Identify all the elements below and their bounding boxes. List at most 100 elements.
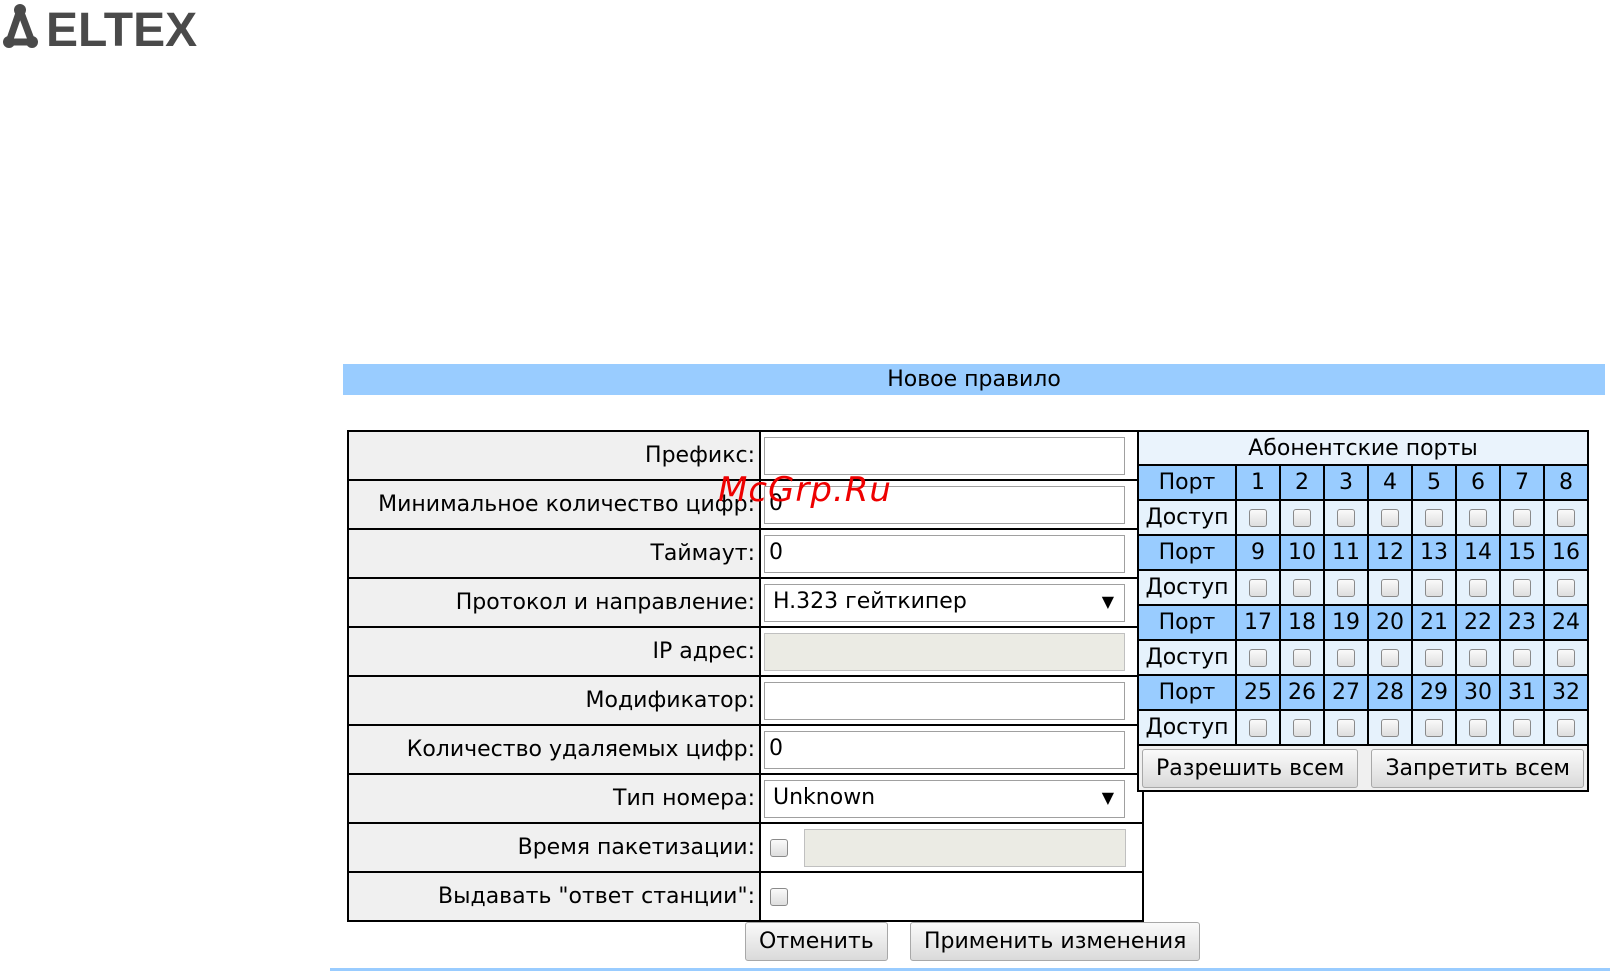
port-number: 22 (1455, 604, 1501, 641)
packet-time-checkbox[interactable] (770, 838, 788, 857)
port-access-checkbox-20[interactable] (1381, 649, 1399, 667)
port-access-checkbox-15[interactable] (1513, 579, 1531, 597)
port-access-checkbox-1[interactable] (1249, 509, 1267, 527)
port-access-checkbox-27[interactable] (1337, 719, 1355, 737)
port-access-checkbox-21[interactable] (1425, 649, 1443, 667)
access-row-label: Доступ (1137, 639, 1237, 676)
port-access-checkbox-2[interactable] (1293, 509, 1311, 527)
row-number-type: Тип номера: Unknown ▼ (347, 773, 1144, 824)
port-number: 17 (1235, 604, 1281, 641)
row-station-answer: Выдавать "ответ станции": (347, 871, 1144, 922)
port-access-checkbox-16[interactable] (1557, 579, 1575, 597)
dropdown-arrow-icon: ▼ (1101, 591, 1114, 611)
remove-digits-label: Количество удаляемых цифр: (347, 724, 761, 775)
port-access-checkbox-26[interactable] (1293, 719, 1311, 737)
subscriber-ports-table: Абонентские порты Порт 1 2 3 4 5 6 7 8 Д… (1137, 430, 1589, 792)
port-number: 8 (1543, 464, 1589, 501)
section-header-new-rule: Новое правило (343, 364, 1605, 395)
port-number: 29 (1411, 674, 1457, 711)
port-number: 13 (1411, 534, 1457, 571)
port-access-checkbox-22[interactable] (1469, 649, 1487, 667)
row-ip: IP адрес: (347, 626, 1144, 677)
number-type-label: Тип номера: (347, 773, 761, 824)
port-access-checkbox-10[interactable] (1293, 579, 1311, 597)
port-access-checkbox-12[interactable] (1381, 579, 1399, 597)
row-timeout: Таймаут: 0 (347, 528, 1144, 579)
port-number: 11 (1323, 534, 1369, 571)
port-number: 20 (1367, 604, 1413, 641)
modifier-label: Модификатор: (347, 675, 761, 726)
port-access-checkbox-23[interactable] (1513, 649, 1531, 667)
port-number: 24 (1543, 604, 1589, 641)
port-access-checkbox-31[interactable] (1513, 719, 1531, 737)
watermark-text: McGrp.Ru (718, 470, 892, 510)
port-number: 32 (1543, 674, 1589, 711)
port-number: 26 (1279, 674, 1325, 711)
remove-digits-input[interactable]: 0 (764, 730, 1125, 769)
cancel-button[interactable]: Отменить (745, 922, 888, 961)
port-access-checkbox-13[interactable] (1425, 579, 1443, 597)
timeout-input[interactable]: 0 (764, 534, 1125, 573)
port-number: 27 (1323, 674, 1369, 711)
number-type-select-value: Unknown (773, 784, 876, 810)
port-access-checkbox-5[interactable] (1425, 509, 1443, 527)
dropdown-arrow-icon: ▼ (1101, 787, 1114, 807)
port-access-checkbox-3[interactable] (1337, 509, 1355, 527)
port-access-checkbox-4[interactable] (1381, 509, 1399, 527)
port-access-checkbox-25[interactable] (1249, 719, 1267, 737)
port-number: 18 (1279, 604, 1325, 641)
modifier-input[interactable] (764, 681, 1125, 720)
port-access-checkbox-18[interactable] (1293, 649, 1311, 667)
port-number: 31 (1499, 674, 1545, 711)
port-row-label: Порт (1137, 674, 1237, 711)
port-access-checkbox-17[interactable] (1249, 649, 1267, 667)
port-number: 16 (1543, 534, 1589, 571)
port-number: 6 (1455, 464, 1501, 501)
port-access-checkbox-6[interactable] (1469, 509, 1487, 527)
protocol-label: Протокол и направление: (347, 577, 761, 628)
port-number: 25 (1235, 674, 1281, 711)
port-number: 30 (1455, 674, 1501, 711)
port-number: 28 (1367, 674, 1413, 711)
packet-time-label: Время пакетизации: (347, 822, 761, 873)
port-row-label: Порт (1137, 604, 1237, 641)
port-access-checkbox-7[interactable] (1513, 509, 1531, 527)
port-number: 14 (1455, 534, 1501, 571)
station-answer-checkbox[interactable] (770, 888, 788, 907)
port-number: 2 (1279, 464, 1325, 501)
port-number: 19 (1323, 604, 1369, 641)
prefix-input[interactable] (764, 436, 1125, 475)
port-access-checkbox-11[interactable] (1337, 579, 1355, 597)
row-protocol: Протокол и направление: H.323 гейткипер … (347, 577, 1144, 628)
ip-input (764, 632, 1125, 671)
port-number: 1 (1235, 464, 1281, 501)
port-number: 10 (1279, 534, 1325, 571)
allow-all-button[interactable]: Разрешить всем (1142, 748, 1359, 788)
port-number: 5 (1411, 464, 1457, 501)
port-number: 3 (1323, 464, 1369, 501)
port-number: 9 (1235, 534, 1281, 571)
port-access-checkbox-8[interactable] (1557, 509, 1575, 527)
protocol-select[interactable]: H.323 гейткипер ▼ (764, 583, 1125, 622)
protocol-select-value: H.323 гейткипер (773, 588, 967, 614)
port-number: 12 (1367, 534, 1413, 571)
port-access-checkbox-24[interactable] (1557, 649, 1575, 667)
eltex-logo-text: ELTEX (46, 4, 197, 54)
port-row-label: Порт (1137, 464, 1237, 501)
port-number: 23 (1499, 604, 1545, 641)
port-number: 21 (1411, 604, 1457, 641)
min-digits-label: Минимальное количество цифр: (347, 479, 761, 530)
number-type-select[interactable]: Unknown ▼ (764, 779, 1125, 818)
port-access-checkbox-32[interactable] (1557, 719, 1575, 737)
port-access-checkbox-9[interactable] (1249, 579, 1267, 597)
port-access-checkbox-30[interactable] (1469, 719, 1487, 737)
deny-all-button[interactable]: Запретить всем (1371, 748, 1584, 788)
port-access-checkbox-14[interactable] (1469, 579, 1487, 597)
port-access-checkbox-19[interactable] (1337, 649, 1355, 667)
port-access-checkbox-28[interactable] (1381, 719, 1399, 737)
port-access-checkbox-29[interactable] (1425, 719, 1443, 737)
port-row-label: Порт (1137, 534, 1237, 571)
row-remove-digits: Количество удаляемых цифр: 0 (347, 724, 1144, 775)
eltex-logo: ELTEX (3, 4, 197, 54)
apply-changes-button[interactable]: Применить изменения (910, 922, 1201, 961)
